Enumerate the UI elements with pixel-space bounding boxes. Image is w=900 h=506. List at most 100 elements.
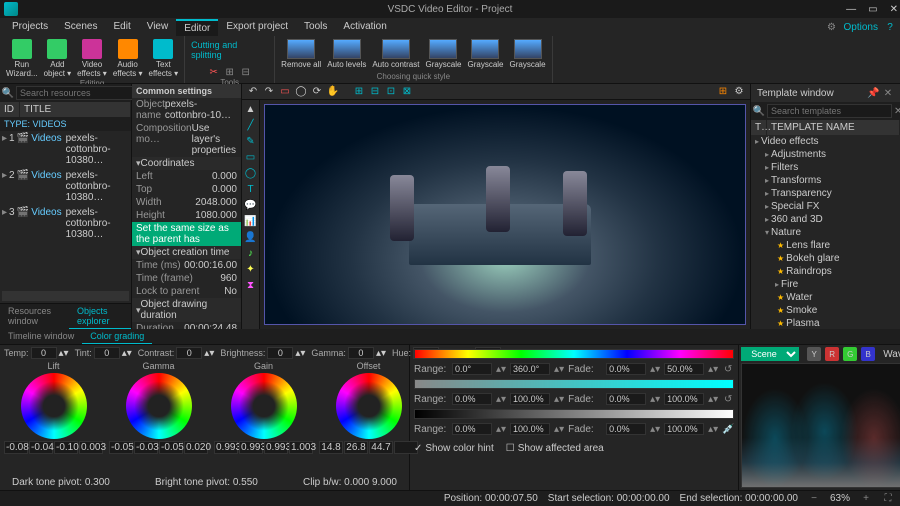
rect-tool-icon[interactable]: ▭ xyxy=(244,150,258,164)
quickstyle-grayscale[interactable]: Grayscale xyxy=(465,38,505,70)
fade-hue-b[interactable] xyxy=(664,363,704,375)
circle-icon[interactable]: ◯ xyxy=(294,85,308,99)
sparkle-icon[interactable]: ✦ xyxy=(244,262,258,276)
reset-icon[interactable]: ↺ xyxy=(722,363,734,375)
undo-icon[interactable]: ↶ xyxy=(246,85,260,99)
section-drawing-duration[interactable]: ▾ Object drawing duration xyxy=(132,298,241,322)
maximize-button[interactable]: ▭ xyxy=(868,4,877,15)
eyedropper-icon[interactable]: 💉 xyxy=(722,423,734,435)
col-id[interactable]: ID xyxy=(0,102,20,117)
menu-activation[interactable]: Activation xyxy=(335,19,394,36)
scope-b-button[interactable]: B xyxy=(861,347,875,361)
scope-mode[interactable]: Wave xyxy=(883,349,900,360)
param-gamma[interactable]: 0 xyxy=(348,347,374,359)
redo-icon[interactable]: ↷ xyxy=(262,85,276,99)
hand-icon[interactable]: ✋ xyxy=(326,85,340,99)
menu-editor[interactable]: Editor xyxy=(176,19,218,36)
quickstyle-remove-all[interactable]: Remove all xyxy=(279,38,323,70)
tooltip-icon[interactable]: 💬 xyxy=(244,198,258,212)
template-plasma[interactable]: ★Plasma xyxy=(751,317,900,329)
color-wheel-offset[interactable] xyxy=(336,373,402,439)
search-templates-input[interactable] xyxy=(767,104,892,118)
pin-icon[interactable]: 📌 xyxy=(867,87,879,99)
param-contrast[interactable]: 0 xyxy=(176,347,202,359)
dark-pivot-value[interactable]: 0.300 xyxy=(85,477,110,488)
template-water[interactable]: ★Water xyxy=(751,291,900,304)
hue-bar[interactable] xyxy=(414,349,734,359)
template-special-fx[interactable]: ▸Special FX xyxy=(751,200,900,213)
counter-icon[interactable]: ⧗ xyxy=(244,278,258,292)
color-wheel-gain[interactable] xyxy=(231,373,297,439)
reset-icon[interactable]: ↺ xyxy=(722,393,734,405)
align-icon[interactable]: ⊡ xyxy=(384,85,398,99)
tool-icon[interactable]: ⊞ xyxy=(224,66,236,78)
cut-icon[interactable]: ✂ xyxy=(208,66,220,78)
help-icon[interactable]: ? xyxy=(884,21,896,33)
close-panel-icon[interactable]: ✕ xyxy=(882,87,894,99)
template-filters[interactable]: ▸Filters xyxy=(751,161,900,174)
template-bokeh-glare[interactable]: ★Bokeh glare xyxy=(751,252,900,265)
fade-hue-a[interactable] xyxy=(606,363,646,375)
ribbon-add[interactable]: Addobject ▾ xyxy=(42,38,74,79)
menu-edit[interactable]: Edit xyxy=(105,19,138,36)
lum-bar[interactable] xyxy=(414,409,734,419)
align-icon[interactable]: ⊠ xyxy=(400,85,414,99)
scrollbar[interactable] xyxy=(2,291,129,301)
menu-view[interactable]: View xyxy=(139,19,177,36)
scope-y-button[interactable]: Y xyxy=(807,347,821,361)
template-fire[interactable]: ▸Fire xyxy=(751,278,900,291)
template-360-and-3d[interactable]: ▸360 and 3D xyxy=(751,213,900,226)
range-hue-a[interactable] xyxy=(452,363,492,375)
quickstyle-grayscale[interactable]: Grayscale xyxy=(508,38,548,70)
menu-scenes[interactable]: Scenes xyxy=(56,19,105,36)
ellipse-tool-icon[interactable]: ◯ xyxy=(244,166,258,180)
person-icon[interactable]: 👤 xyxy=(244,230,258,244)
menu-projects[interactable]: Projects xyxy=(4,19,56,36)
template-nature[interactable]: ▾Nature xyxy=(751,226,900,239)
tab-color-grading[interactable]: Color grading xyxy=(82,329,152,344)
template-lens-flare[interactable]: ★Lens flare xyxy=(751,239,900,252)
pointer-icon[interactable]: ▲ xyxy=(244,102,258,116)
refresh-icon[interactable]: ⟳ xyxy=(310,85,324,99)
clear-icon[interactable]: ✕ xyxy=(894,105,900,117)
section-creation-time[interactable]: ▾ Object creation time xyxy=(132,246,241,259)
audio-icon[interactable]: ♪ xyxy=(244,246,258,260)
zoom-in-icon[interactable]: + xyxy=(860,493,872,505)
scope-r-button[interactable]: R xyxy=(825,347,839,361)
align-icon[interactable]: ⊞ xyxy=(352,85,366,99)
chart-icon[interactable]: 📊 xyxy=(244,214,258,228)
gear-icon[interactable]: ⚙ xyxy=(826,21,838,33)
ribbon-run[interactable]: RunWizard... xyxy=(4,38,40,79)
ribbon-video[interactable]: Videoeffects ▾ xyxy=(75,38,109,79)
show-hint-checkbox[interactable]: ✓Show color hint xyxy=(414,443,494,454)
scope-select[interactable]: Scene xyxy=(741,347,799,361)
tool-icon[interactable]: ⊟ xyxy=(240,66,252,78)
template-adjustments[interactable]: ▸Adjustments xyxy=(751,148,900,161)
same-size-button[interactable]: Set the same size as the parent has xyxy=(132,222,241,246)
sat-bar[interactable] xyxy=(414,379,734,389)
text-tool-icon[interactable]: T xyxy=(244,182,258,196)
align-icon[interactable]: ⊟ xyxy=(368,85,382,99)
section-coordinates[interactable]: ▾ Coordinates xyxy=(132,157,241,170)
param-tint[interactable]: 0 xyxy=(94,347,120,359)
quickstyle-auto-contrast[interactable]: Auto contrast xyxy=(370,38,421,70)
cutting-splitting-link[interactable]: Cutting and splitting xyxy=(189,38,270,62)
pen-icon[interactable]: ✎ xyxy=(244,134,258,148)
menu-tools[interactable]: Tools xyxy=(296,19,335,36)
quickstyle-auto-levels[interactable]: Auto levels xyxy=(325,38,368,70)
settings-icon[interactable]: ⚙ xyxy=(732,85,746,99)
resource-row[interactable]: ▸3🎬Videospexels-cottonbro-10380… xyxy=(0,205,131,242)
tab-resources[interactable]: Resources window xyxy=(0,304,69,329)
show-area-checkbox[interactable]: ☐Show affected area xyxy=(506,443,604,454)
fit-icon[interactable]: ⛶ xyxy=(882,493,894,505)
resource-row[interactable]: ▸1🎬Videospexels-cottonbro-10380… xyxy=(0,131,131,168)
preview-viewport[interactable] xyxy=(260,100,750,329)
bright-pivot-value[interactable]: 0.550 xyxy=(233,477,258,488)
minimize-button[interactable]: — xyxy=(846,4,856,15)
quickstyle-grayscale[interactable]: Grayscale xyxy=(423,38,463,70)
scope-g-button[interactable]: G xyxy=(843,347,857,361)
options-link[interactable]: Options xyxy=(844,22,878,33)
template-video-effects[interactable]: ▸Video effects xyxy=(751,135,900,148)
color-wheel-lift[interactable] xyxy=(21,373,87,439)
ribbon-audio[interactable]: Audioeffects ▾ xyxy=(111,38,145,79)
